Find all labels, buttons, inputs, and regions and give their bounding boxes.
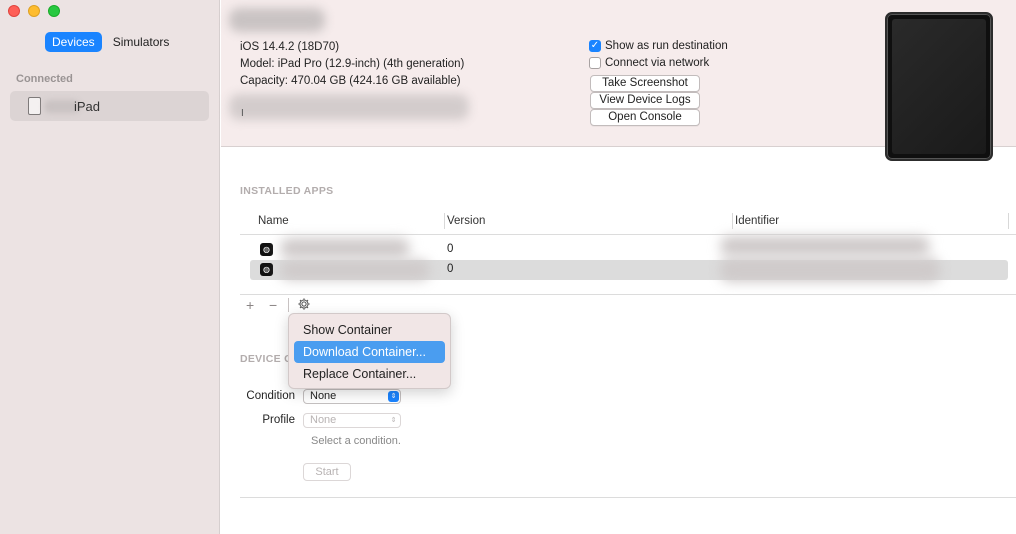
profile-label: Profile [262, 414, 295, 426]
profile-select-value: None [310, 414, 337, 426]
device-conditions-title: DEVICE C [240, 353, 292, 365]
run-destination-label: Show as run destination [605, 40, 728, 52]
device-header: iOS 14.4.2 (18D70) Model: iPad Pro (12.9… [221, 0, 1016, 161]
container-context-menu: Show Container Download Container... Rep… [288, 313, 451, 389]
installed-apps-title: INSTALLED APPS [240, 185, 334, 197]
remove-app-button[interactable]: − [269, 297, 277, 313]
gear-icon[interactable] [297, 297, 311, 314]
capacity-text: Capacity: 470.04 GB (424.16 GB available… [240, 75, 461, 87]
redacted-app-identifier [720, 236, 930, 256]
menu-item-replace-container[interactable]: Replace Container... [294, 363, 445, 385]
section-divider [240, 497, 1016, 498]
open-console-button[interactable]: Open Console [590, 109, 700, 126]
column-header-identifier[interactable]: Identifier [735, 215, 779, 227]
menu-item-download-container[interactable]: Download Container... [294, 341, 445, 363]
controls-divider [288, 298, 289, 312]
close-window-button[interactable] [8, 5, 20, 17]
condition-hint: Select a condition. [311, 435, 401, 447]
redacted-app-identifier [720, 258, 940, 282]
view-device-logs-button[interactable]: View Device Logs [590, 92, 700, 109]
condition-select-value: None [310, 390, 337, 402]
partial-info-line: I [241, 108, 244, 119]
window-controls [8, 5, 60, 17]
redacted-device-title [229, 8, 325, 32]
installed-apps-table: Name Version Identifier ◍ 0 ◍ 0 [240, 209, 1016, 282]
run-destination-checkbox[interactable]: ✓ [589, 40, 601, 52]
sidebar: Devices Simulators Connected iPad [0, 0, 220, 534]
app-icon: ◍ [260, 263, 273, 276]
model-text: Model: iPad Pro (12.9-inch) (4th generat… [240, 58, 465, 70]
app-version: 0 [447, 243, 454, 255]
table-bottom-divider [240, 294, 1016, 295]
ipad-device-image [885, 12, 993, 161]
column-header-version[interactable]: Version [447, 215, 485, 227]
minimize-window-button[interactable] [28, 5, 40, 17]
tab-simulators[interactable]: Simulators [106, 32, 177, 52]
condition-label: Condition [246, 390, 295, 402]
table-row[interactable]: ◍ 0 [250, 236, 1008, 260]
table-row[interactable]: ◍ 0 [250, 258, 1008, 282]
take-screenshot-button[interactable]: Take Screenshot [590, 75, 700, 92]
chevron-up-down-icon: ⇕ [388, 391, 399, 402]
chevron-up-down-icon: ⇕ [390, 417, 397, 424]
sidebar-item-label: iPad [74, 99, 101, 114]
ipad-screen [892, 19, 986, 154]
start-button[interactable]: Start [303, 463, 351, 481]
column-divider [444, 213, 445, 229]
condition-select[interactable]: None ⇕ [303, 389, 401, 404]
connected-section-label: Connected [16, 73, 73, 85]
ipad-device-icon [28, 97, 41, 115]
app-version: 0 [447, 263, 454, 275]
add-app-button[interactable]: + [246, 297, 254, 313]
column-divider [1008, 213, 1009, 229]
menu-item-show-container[interactable]: Show Container [294, 319, 445, 341]
devices-simulators-segmented-control: Devices Simulators [45, 32, 176, 52]
run-destination-option[interactable]: ✓ Show as run destination [589, 40, 728, 52]
via-network-checkbox[interactable] [589, 57, 601, 69]
zoom-window-button[interactable] [48, 5, 60, 17]
column-divider [732, 213, 733, 229]
ios-version-text: iOS 14.4.2 (18D70) [240, 41, 340, 53]
tab-devices[interactable]: Devices [45, 32, 102, 52]
app-icon: ◍ [260, 243, 273, 256]
via-network-label: Connect via network [605, 57, 710, 69]
redacted-app-name [280, 260, 430, 280]
via-network-option[interactable]: Connect via network [589, 57, 709, 69]
column-header-name[interactable]: Name [258, 215, 289, 227]
redacted-identifier-text [229, 94, 469, 120]
profile-select[interactable]: None ⇕ [303, 413, 401, 428]
sidebar-item-ipad[interactable]: iPad [10, 91, 209, 121]
redacted-app-name [280, 238, 410, 258]
table-header: Name Version Identifier [240, 209, 1016, 235]
